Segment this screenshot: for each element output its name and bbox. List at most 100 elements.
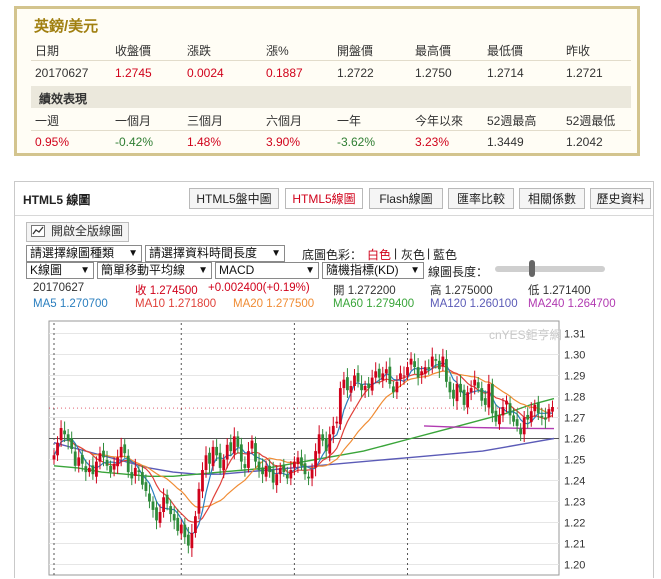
perf-value-1m: -0.42% [115, 135, 154, 149]
dropdown-arrow-icon: ▼ [271, 248, 281, 259]
tab-fx-compare[interactable]: 匯率比較 [448, 188, 514, 209]
moving-average-select-value: 簡單移動平均線 [101, 263, 186, 277]
candle-body [314, 451, 318, 468]
candle-body [183, 524, 187, 538]
candle-body [452, 389, 455, 399]
candle-body [423, 367, 427, 374]
candle-body [413, 361, 416, 368]
candle-body [172, 514, 176, 521]
candle-body [515, 419, 519, 426]
candle-body [384, 369, 388, 374]
candle-body [360, 384, 363, 391]
perf-value-3m: 1.48% [187, 135, 222, 149]
tab-html5-chart[interactable]: HTML5線圖 [285, 188, 363, 209]
candle-body [126, 455, 130, 473]
fullscreen-chart-button[interactable]: 開啟全版線圖 [26, 222, 130, 242]
info-ma60: MA60 1.279400 [333, 298, 415, 310]
candle-body [257, 461, 261, 470]
value-open: 1.2722 [337, 66, 374, 80]
candle-body [186, 534, 190, 546]
candle-body [197, 488, 201, 514]
candle-body [505, 400, 508, 405]
tab-correlation[interactable]: 相關係數 [519, 188, 585, 209]
candle-body [469, 388, 473, 393]
candle-body [335, 421, 339, 424]
header-low: 最低價 [487, 44, 524, 58]
candle-body [388, 366, 392, 384]
random-indicator-select[interactable]: 隨機指標(KD) ▼ [322, 262, 424, 279]
perf-header-1w: 一週 [35, 114, 60, 128]
candle-body [402, 375, 406, 377]
candle-body [370, 377, 374, 391]
candle-body [512, 415, 515, 422]
dropdown-arrow-icon: ▼ [198, 265, 208, 276]
kline-select[interactable]: K線圖 ▼ [26, 262, 94, 279]
candle-body [529, 411, 533, 423]
candle-body [264, 465, 268, 477]
chart-type-select[interactable]: 請選擇線圖種類 ▼ [26, 245, 142, 262]
perf-header-1m: 一個月 [115, 114, 152, 128]
bg-color-label: 底圖色彩： [302, 248, 363, 262]
candle-body [254, 443, 257, 462]
candle-body [480, 388, 484, 401]
candle-body [247, 451, 250, 468]
performance-title: 績效表現 [39, 92, 88, 106]
perf-header-6m: 六個月 [266, 114, 303, 128]
tab-html5-intraday[interactable]: HTML5盤中圖 [189, 188, 279, 209]
candle-body [522, 417, 526, 435]
candle-body [346, 377, 349, 391]
chart-length-slider[interactable] [495, 266, 605, 272]
candle-body [367, 383, 371, 389]
header-high: 最高價 [415, 44, 452, 58]
candlestick-chart[interactable]: 1.31 1.30 1.29 1.28 1.27 1.26 1.25 1.24 1.23 1.22… [15, 317, 653, 579]
candle-body [130, 472, 134, 479]
candle-body [208, 452, 211, 464]
bg-white-link[interactable]: 白色 [367, 246, 391, 263]
candle-body [434, 359, 438, 361]
value-close: 1.2745 [115, 66, 152, 80]
candle-body [204, 455, 208, 470]
candle-body [73, 451, 77, 466]
candle-body [473, 379, 477, 386]
bg-blue-link[interactable]: 藍色 [433, 246, 457, 263]
y-tick-label: 1.30 [564, 350, 585, 362]
candle-body [508, 403, 512, 416]
candle-body [119, 446, 123, 458]
candle-body [374, 371, 378, 378]
candle-body [169, 506, 173, 515]
value-change: 0.0024 [187, 66, 224, 80]
candle-body [190, 533, 194, 549]
dropdown-arrow-icon: ▼ [80, 265, 90, 276]
chart-length-slider-thumb[interactable] [529, 260, 535, 277]
value-low: 1.2714 [487, 66, 524, 80]
candle-body [84, 466, 88, 473]
y-tick-label: 1.26 [564, 434, 585, 446]
kline-select-value: K線圖 [30, 263, 63, 277]
y-tick-label: 1.22 [564, 518, 585, 530]
y-tick-label: 1.31 [564, 329, 585, 341]
tab-flash-chart[interactable]: Flash線圖 [369, 188, 443, 209]
candle-body [95, 461, 98, 477]
indicator-select[interactable]: MACD ▼ [215, 262, 319, 279]
divider: | [394, 246, 398, 260]
info-ma10: MA10 1.271800 [135, 298, 217, 310]
candle-body [498, 415, 501, 425]
candle-body [162, 497, 165, 512]
header-close: 收盤價 [115, 44, 152, 58]
candle-body [391, 386, 395, 393]
moving-average-select[interactable]: 簡單移動平均線 ▼ [97, 262, 212, 279]
candle-body [289, 470, 293, 479]
candle-body [377, 368, 381, 378]
candle-body [526, 414, 530, 420]
candle-body [547, 409, 551, 418]
info-open: 開 1.272200 [333, 285, 396, 297]
period-select[interactable]: 請選擇資料時間長度 ▼ [145, 245, 285, 262]
candle-body [133, 467, 137, 476]
y-tick-label: 1.20 [564, 560, 585, 572]
bg-gray-link[interactable]: 灰色 [401, 246, 425, 263]
tab-history[interactable]: 歷史資料 [590, 188, 651, 209]
candle-body [381, 373, 385, 381]
divider: | [427, 246, 431, 260]
candle-body [278, 467, 282, 475]
candle-body [80, 454, 84, 464]
